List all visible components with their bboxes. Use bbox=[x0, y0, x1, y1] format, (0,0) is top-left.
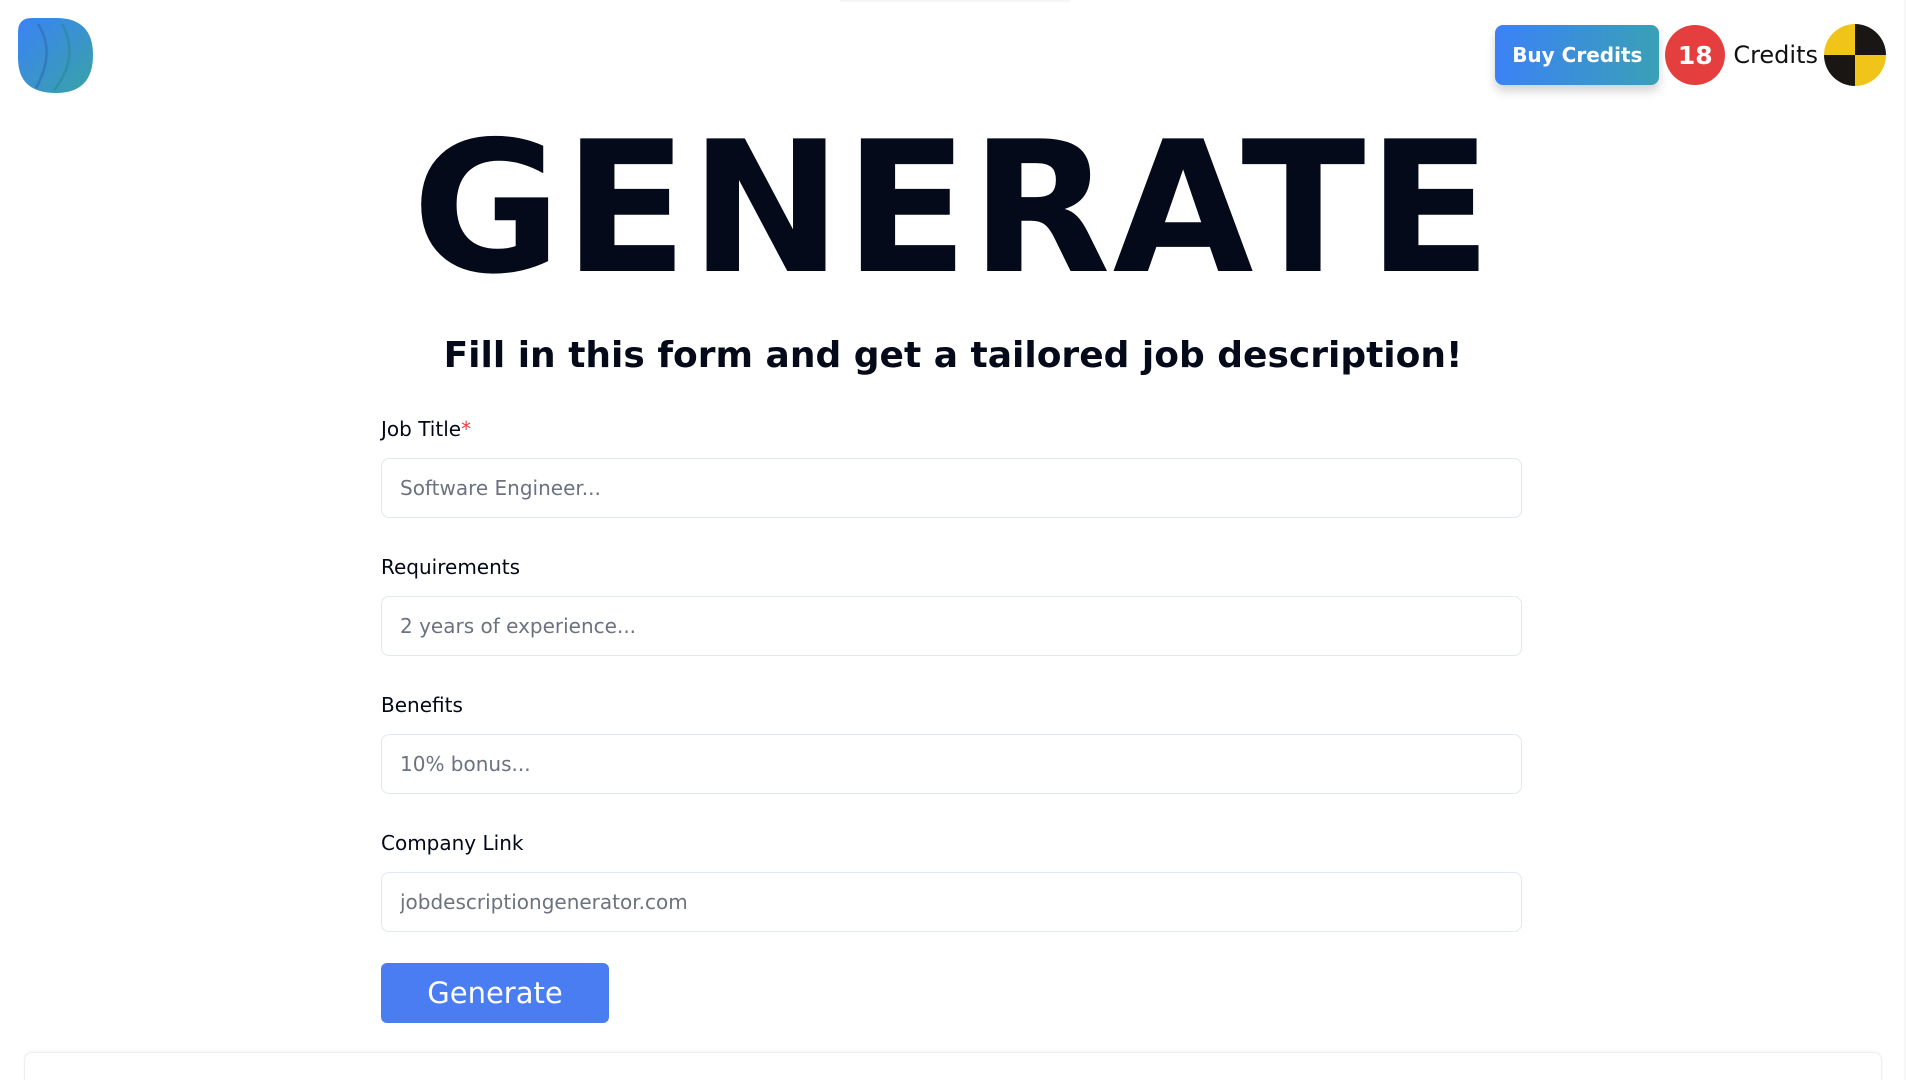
company-link-label: Company Link bbox=[381, 831, 524, 855]
buy-credits-button[interactable]: Buy Credits bbox=[1495, 25, 1660, 85]
job-description-form: Job Title* Requirements Benefits Company… bbox=[381, 415, 1522, 967]
requirements-input[interactable] bbox=[381, 596, 1522, 656]
credits-count-badge: 18 bbox=[1665, 25, 1726, 85]
benefits-label: Benefits bbox=[381, 693, 463, 717]
credits-label: Credits bbox=[1733, 41, 1818, 69]
generate-button[interactable]: Generate bbox=[381, 963, 609, 1023]
company-link-input[interactable] bbox=[381, 872, 1522, 932]
job-title-input[interactable] bbox=[381, 458, 1522, 518]
benefits-input[interactable] bbox=[381, 734, 1522, 794]
results-card bbox=[24, 1052, 1882, 1080]
job-title-field: Job Title* bbox=[381, 415, 1522, 553]
requirements-field: Requirements bbox=[381, 553, 1522, 691]
header-actions: Buy Credits 18 Credits bbox=[1495, 24, 1886, 86]
app-logo-icon[interactable] bbox=[18, 18, 93, 93]
page-subtitle: Fill in this form and get a tailored job… bbox=[443, 335, 1463, 376]
required-marker: * bbox=[461, 417, 472, 441]
benefits-field: Benefits bbox=[381, 691, 1522, 829]
company-link-field: Company Link bbox=[381, 829, 1522, 967]
page-title: GENERATE bbox=[412, 102, 1494, 314]
user-avatar-icon[interactable] bbox=[1824, 24, 1886, 86]
top-edge-shadow bbox=[840, 0, 1070, 3]
requirements-label: Requirements bbox=[381, 555, 521, 579]
job-title-label: Job Title* bbox=[381, 417, 472, 441]
